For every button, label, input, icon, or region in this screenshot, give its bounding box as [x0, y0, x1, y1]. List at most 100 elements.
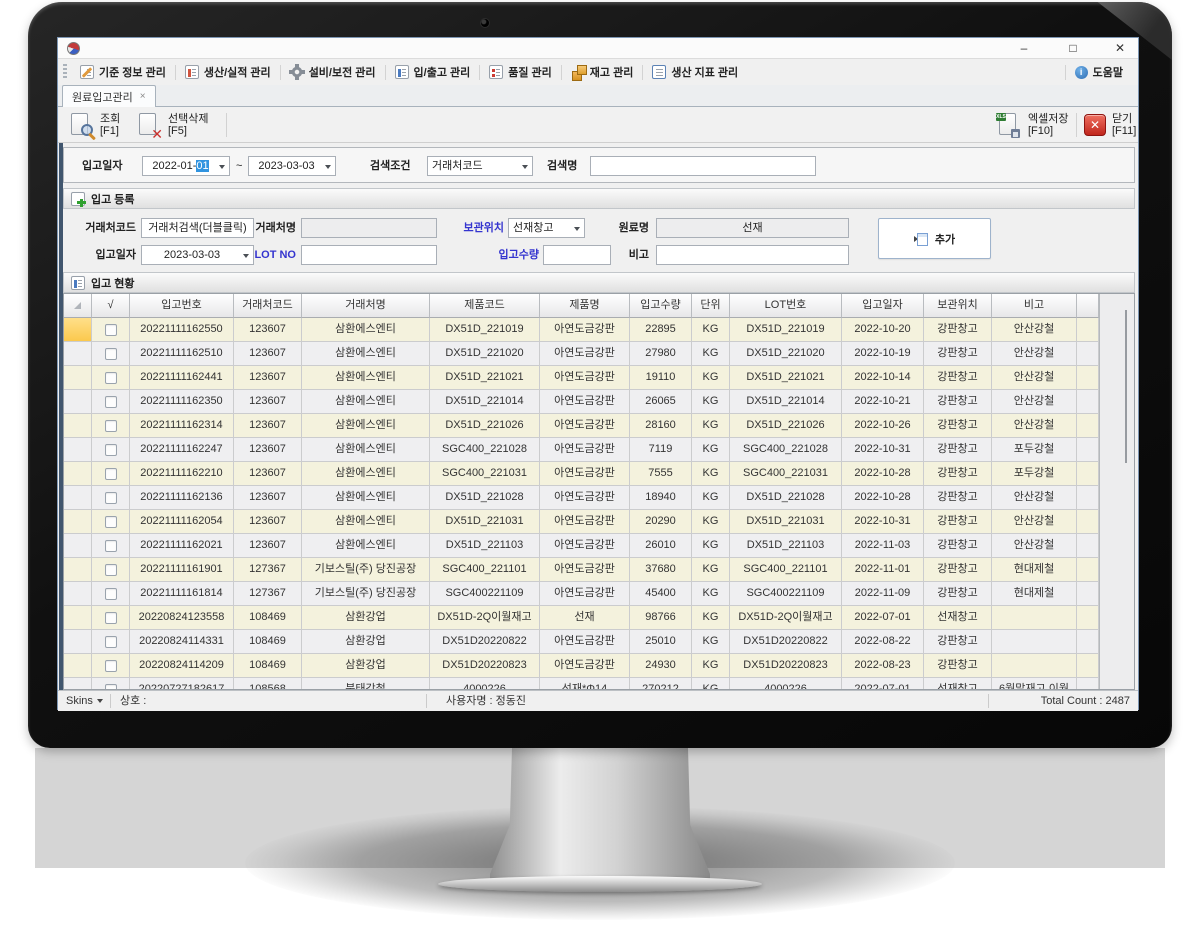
table-cell[interactable]: DX51D20220822	[730, 630, 842, 654]
table-cell[interactable]: 270212	[630, 678, 692, 689]
table-cell[interactable]: 강판창고	[924, 342, 992, 366]
table-cell[interactable]: KG	[692, 486, 730, 510]
table-cell[interactable]: 4000226	[730, 678, 842, 689]
table-cell[interactable]: 37680	[630, 558, 692, 582]
table-cell[interactable]: 108469	[234, 606, 302, 630]
table-cell[interactable]: 강판창고	[924, 510, 992, 534]
table-cell[interactable]: DX51D_221020	[730, 342, 842, 366]
column-header[interactable]: 입고수량	[630, 294, 692, 318]
keyword-input[interactable]	[590, 156, 816, 176]
table-cell[interactable]: 18940	[630, 486, 692, 510]
close-button[interactable]: ✕	[1104, 38, 1136, 59]
table-cell[interactable]: DX51D_221031	[430, 510, 540, 534]
table-cell[interactable]: KG	[692, 342, 730, 366]
table-cell[interactable]: 123607	[234, 486, 302, 510]
table-cell[interactable]: 26010	[630, 534, 692, 558]
row-indicator-cell[interactable]	[64, 582, 92, 606]
table-cell[interactable]: 삼환에스엔티	[302, 510, 430, 534]
table-cell[interactable]: 삼환강업	[302, 654, 430, 678]
table-cell[interactable]: KG	[692, 558, 730, 582]
table-cell[interactable]	[992, 606, 1077, 630]
table-cell[interactable]: 123607	[234, 414, 302, 438]
table-cell[interactable]: SGC400_221101	[430, 558, 540, 582]
table-cell[interactable]: 2022-11-03	[842, 534, 924, 558]
column-header[interactable]: 거래처명	[302, 294, 430, 318]
table-cell[interactable]: DX51D_221026	[430, 414, 540, 438]
table-cell[interactable]: KG	[692, 462, 730, 486]
date-from-input[interactable]: 2022-01-01	[142, 156, 230, 176]
row-checkbox[interactable]	[104, 515, 117, 528]
table-cell[interactable]: 아연도금강판	[540, 582, 630, 606]
table-cell[interactable]: 삼환에스엔티	[302, 366, 430, 390]
table-cell[interactable]: 20221111161814	[130, 582, 234, 606]
tab-material-inbound[interactable]: 원료입고관리 ×	[62, 85, 156, 107]
table-cell[interactable]: SGC400_221031	[430, 462, 540, 486]
row-indicator-cell[interactable]	[64, 678, 92, 689]
table-cell[interactable]: 19110	[630, 366, 692, 390]
table-cell[interactable]: 2022-10-28	[842, 486, 924, 510]
table-cell[interactable]: SGC400221109	[430, 582, 540, 606]
table-cell[interactable]: 20221111162247	[130, 438, 234, 462]
table-cell[interactable]: 삼환강업	[302, 630, 430, 654]
table-cell[interactable]: KG	[692, 654, 730, 678]
table-cell[interactable]: 20221111162314	[130, 414, 234, 438]
add-button[interactable]: 추가	[878, 218, 991, 259]
row-indicator-cell[interactable]	[64, 630, 92, 654]
table-cell[interactable]: 45400	[630, 582, 692, 606]
row-indicator-cell[interactable]	[64, 654, 92, 678]
table-cell[interactable]: DX51D_221026	[730, 414, 842, 438]
table-cell[interactable]: KG	[692, 318, 730, 342]
table-cell[interactable]: DX51D_221019	[730, 318, 842, 342]
table-cell[interactable]: 123607	[234, 366, 302, 390]
table-cell[interactable]: 25010	[630, 630, 692, 654]
column-header[interactable]: 입고번호	[130, 294, 234, 318]
table-cell[interactable]: 2022-10-14	[842, 366, 924, 390]
menu-item-stock[interactable]: 재고 관리	[562, 59, 643, 85]
table-cell[interactable]: 127367	[234, 582, 302, 606]
table-cell[interactable]: 선재*Φ14	[540, 678, 630, 689]
row-checkbox[interactable]	[104, 611, 117, 624]
table-cell[interactable]: 강판창고	[924, 366, 992, 390]
row-indicator-cell[interactable]	[64, 414, 92, 438]
table-row[interactable]: 20221111162247 123607 삼환에스엔티 SGC400_221028 아…	[64, 438, 1134, 462]
table-row[interactable]: 20220824114209 108469 삼환강업 DX51D20220823 아연도…	[64, 654, 1134, 678]
table-cell[interactable]: 20221111162510	[130, 342, 234, 366]
table-cell[interactable]: 강판창고	[924, 390, 992, 414]
row-checkbox[interactable]	[104, 539, 117, 552]
table-cell[interactable]: SGC400_221031	[730, 462, 842, 486]
table-cell[interactable]: 2022-08-23	[842, 654, 924, 678]
table-cell[interactable]: 안산강철	[992, 486, 1077, 510]
table-cell[interactable]: 현대제철	[992, 582, 1077, 606]
check-column-header[interactable]: √	[92, 294, 130, 318]
table-cell[interactable]: SGC400_221101	[730, 558, 842, 582]
row-indicator-cell[interactable]	[64, 342, 92, 366]
table-cell[interactable]: KG	[692, 678, 730, 689]
table-cell[interactable]: 20290	[630, 510, 692, 534]
search-condition-select[interactable]: 거래처코드	[427, 156, 533, 176]
table-cell[interactable]: 삼환에스엔티	[302, 438, 430, 462]
table-cell[interactable]: 2022-10-20	[842, 318, 924, 342]
table-cell[interactable]: 123607	[234, 510, 302, 534]
table-cell[interactable]: 삼환에스엔티	[302, 390, 430, 414]
table-cell[interactable]: 2022-11-01	[842, 558, 924, 582]
table-row[interactable]: 20220824114331 108469 삼환강업 DX51D20220822 아연도…	[64, 630, 1134, 654]
column-header[interactable]: 입고일자	[842, 294, 924, 318]
table-cell[interactable]: 아연도금강판	[540, 390, 630, 414]
table-cell[interactable]: DX51D-2Q이월재고	[430, 606, 540, 630]
row-indicator-cell[interactable]	[64, 318, 92, 342]
column-header[interactable]: 비고	[992, 294, 1077, 318]
table-cell[interactable]: KG	[692, 390, 730, 414]
table-cell[interactable]: 108469	[234, 654, 302, 678]
table-cell[interactable]: 강판창고	[924, 438, 992, 462]
row-indicator-cell[interactable]	[64, 534, 92, 558]
table-cell[interactable]: DX51D20220823	[730, 654, 842, 678]
row-checkbox[interactable]	[104, 347, 117, 360]
row-indicator-cell[interactable]	[64, 510, 92, 534]
table-cell[interactable]: 20221111162441	[130, 366, 234, 390]
row-checkbox[interactable]	[104, 467, 117, 480]
table-cell[interactable]: 20221111162054	[130, 510, 234, 534]
table-row[interactable]: 20221111162350 123607 삼환에스엔티 DX51D_221014 아연…	[64, 390, 1134, 414]
table-row[interactable]: 20221111162441 123607 삼환에스엔티 DX51D_221021 아연…	[64, 366, 1134, 390]
table-cell[interactable]: 강판창고	[924, 318, 992, 342]
table-cell[interactable]: 28160	[630, 414, 692, 438]
